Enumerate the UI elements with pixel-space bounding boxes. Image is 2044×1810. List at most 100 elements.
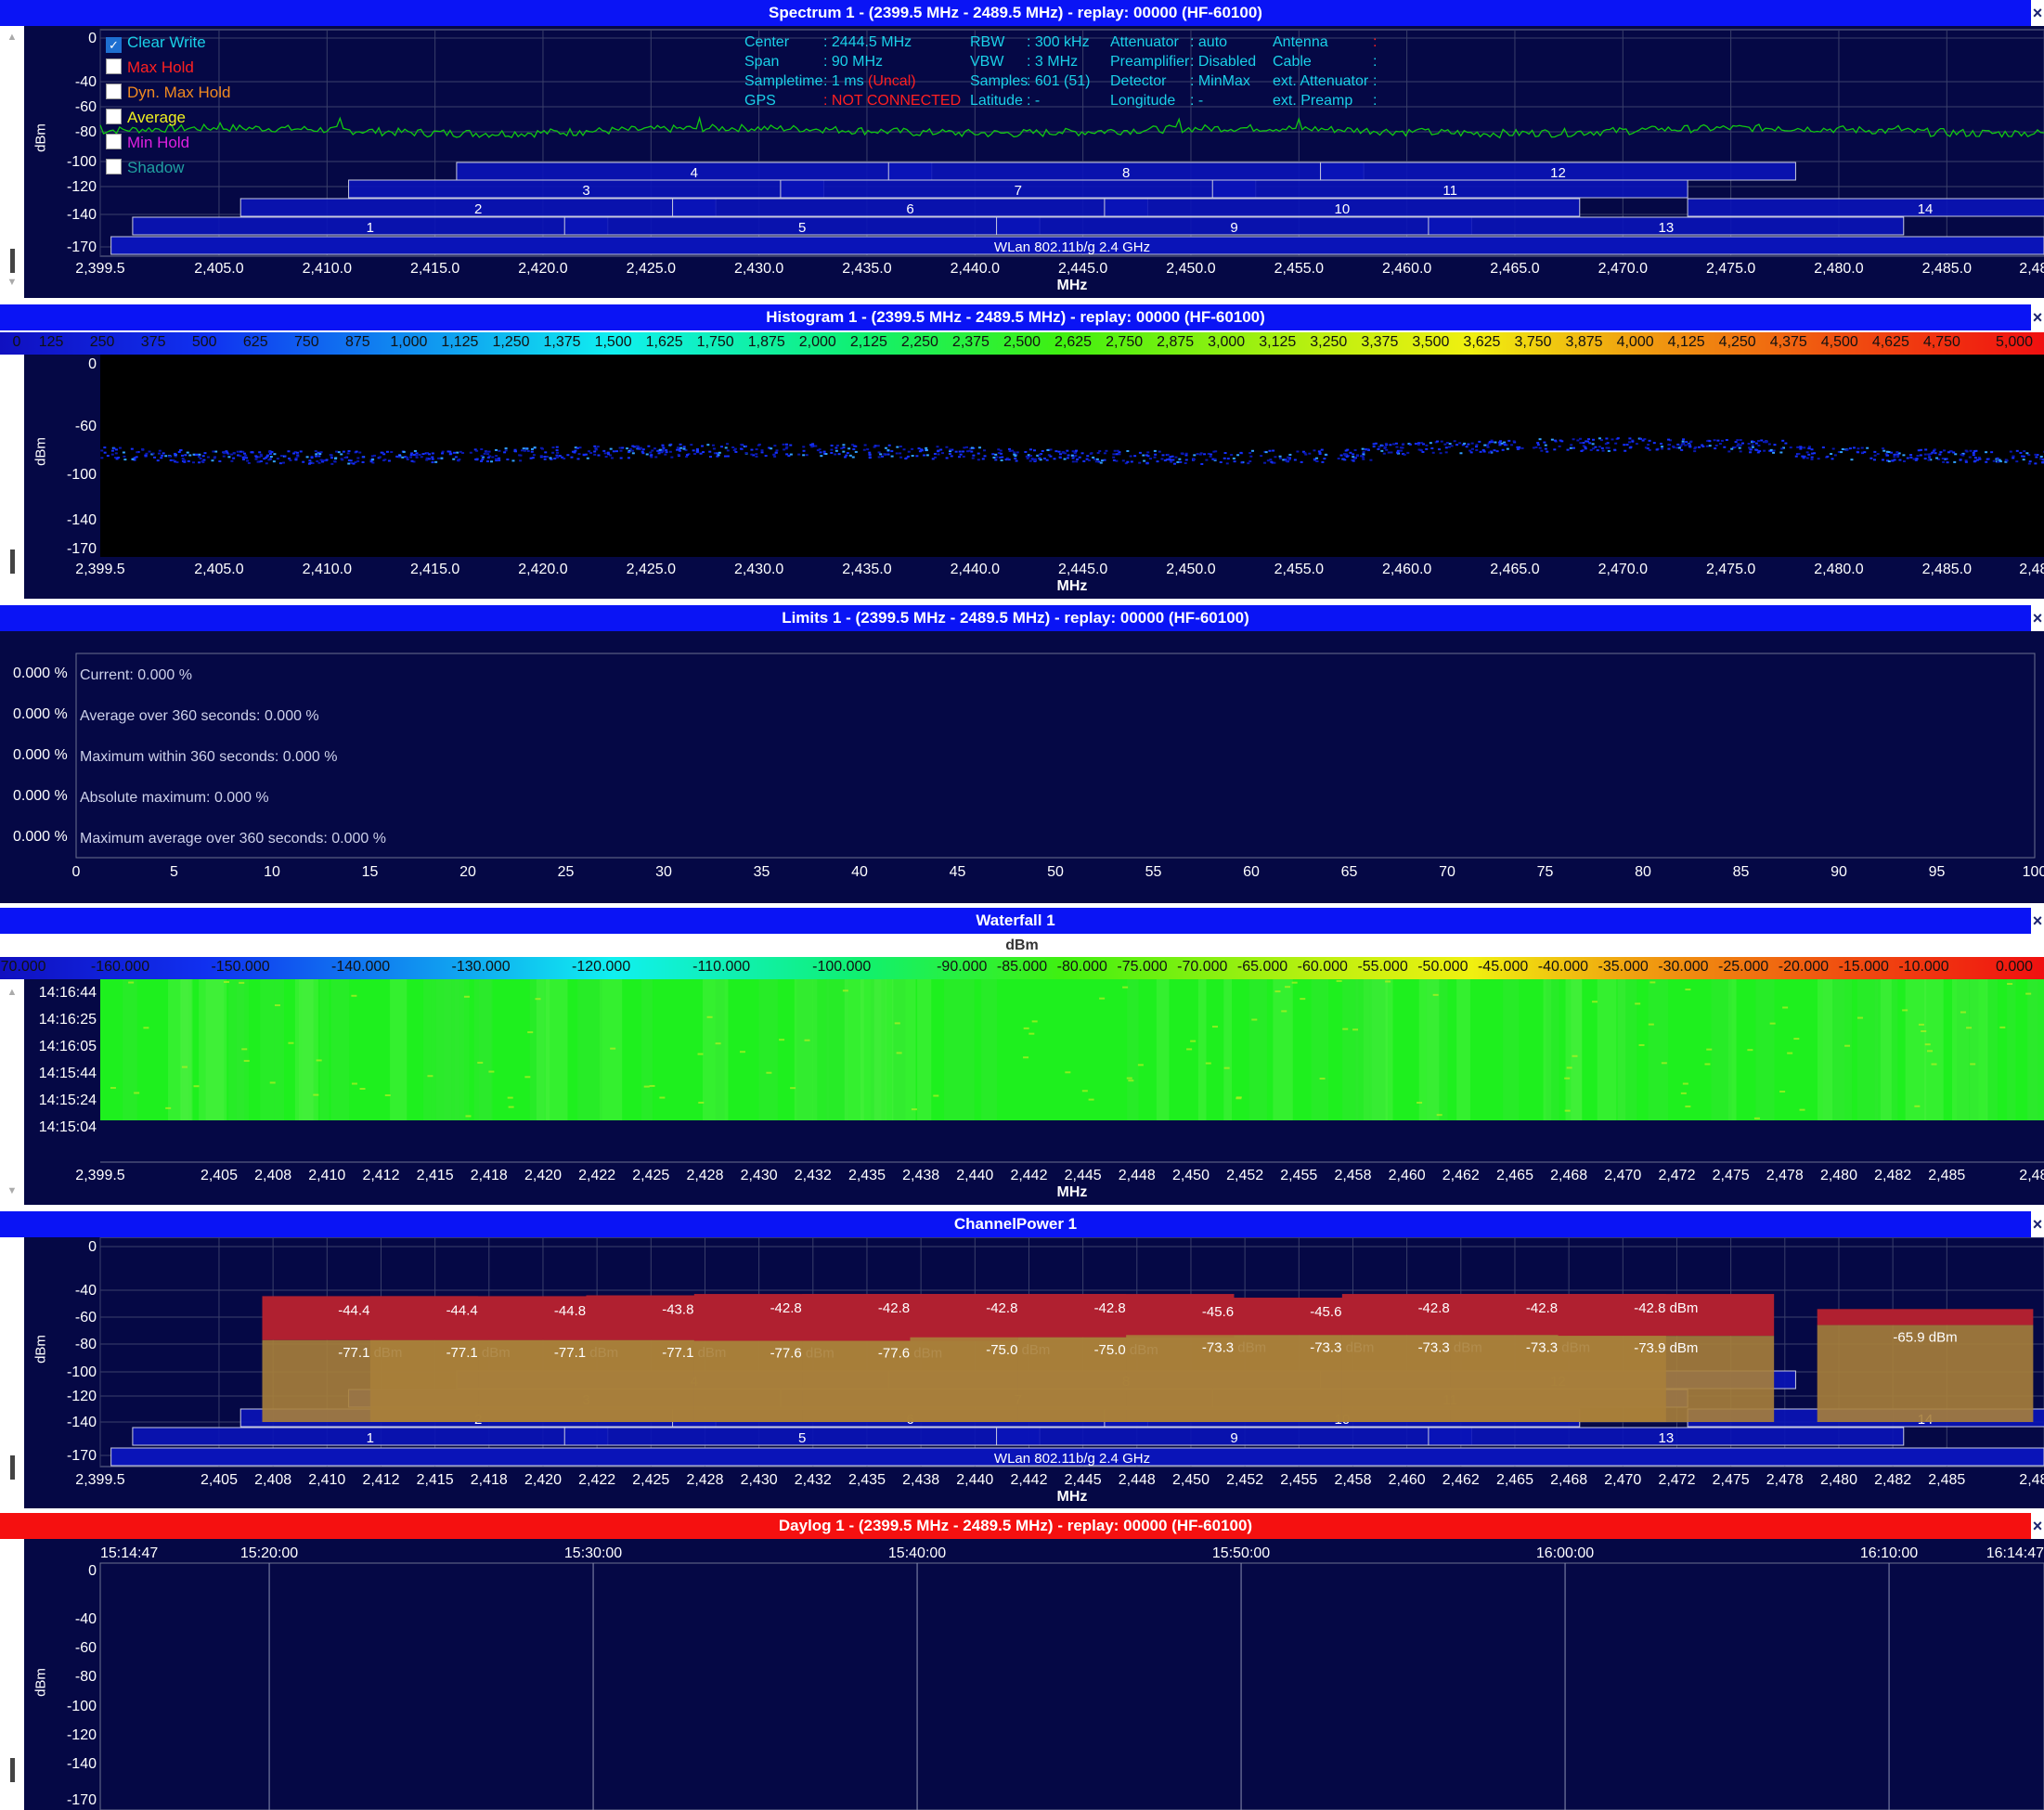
channelpower-close-icon[interactable]: × (2031, 1211, 2044, 1237)
daylog-plot[interactable]: 15:14:47 15:20:00 15:30:00 15:40:00 15:50:00… (24, 1539, 2044, 1810)
histogram-cell (716, 452, 719, 455)
limits-x-tick: 55 (1145, 864, 1162, 880)
scroll-thumb[interactable] (10, 249, 15, 273)
histogram-cell (278, 462, 282, 465)
waterfall-column (873, 979, 887, 1120)
histogram-cell (195, 453, 199, 456)
daylog-close-icon[interactable]: × (2031, 1513, 2044, 1539)
scroll-down-icon[interactable]: ▼ (6, 1185, 19, 1196)
plot-frame (99, 1562, 2044, 1810)
freq-tick-label: 2,489.5 (2019, 1472, 2044, 1488)
histogram-cell (877, 451, 881, 454)
scroll-thumb[interactable] (10, 549, 15, 574)
spectrum-scrollbar[interactable]: ▲ ▼ (0, 26, 24, 298)
limits-close-icon[interactable]: × (2031, 605, 2044, 631)
histogram-cell (1313, 449, 1316, 452)
histogram-cell (1964, 460, 1968, 463)
histogram-cell (218, 459, 222, 462)
histogram-cell (668, 450, 672, 453)
histogram-cell (606, 451, 610, 454)
freq-tick-label: 2,418 (471, 1168, 508, 1183)
histogram-cell (712, 447, 716, 450)
histogram-cell (1444, 451, 1448, 454)
freq-tick-label: 2,412 (362, 1168, 399, 1183)
histogram-cell (1495, 450, 1499, 453)
histogram-cell (1554, 439, 1558, 442)
histogram-cell (1647, 444, 1650, 446)
histogram-cell (1648, 439, 1651, 442)
histogram-plot[interactable]: 0-60-100-140-1702,399.5 2,405.0 2,410.0 2,4… (24, 355, 2044, 599)
scroll-thumb[interactable] (10, 1758, 15, 1782)
legend-item-dyn-max-hold[interactable]: Dyn. Max Hold (106, 84, 230, 102)
histogram-cell (1092, 456, 1095, 459)
histogram-scrollbar[interactable] (0, 355, 24, 599)
freq-tick-label: 2,440 (956, 1168, 993, 1183)
histogram-close-icon[interactable]: × (2031, 304, 2044, 330)
legend-checkbox[interactable]: ✓ (106, 37, 122, 53)
histogram-cell (1895, 451, 1899, 454)
scale-label: 1,500 (594, 334, 632, 350)
histogram-cell (1485, 444, 1489, 446)
channel-band-label: 14 (1918, 201, 1934, 217)
histogram-cell (148, 450, 151, 453)
legend-checkbox[interactable] (106, 84, 122, 99)
legend-checkbox[interactable] (106, 58, 122, 74)
legend-checkbox[interactable] (106, 134, 122, 149)
histogram-cell (1437, 448, 1441, 451)
legend-item-min-hold[interactable]: Min Hold (106, 134, 189, 152)
histogram-cell (1810, 458, 1814, 460)
histogram-cell (1964, 449, 1968, 452)
legend-checkbox[interactable] (106, 109, 122, 124)
histogram-cell (679, 446, 683, 449)
histogram-cell (504, 447, 508, 450)
histogram-cell (180, 454, 184, 457)
histogram-cell (1538, 446, 1542, 449)
limits-x-tick: 70 (1439, 864, 1455, 880)
waterfall-column (330, 979, 350, 1120)
histogram-cell (886, 449, 890, 452)
freq-tick-label: 2,420 (524, 1168, 562, 1183)
spectrum-close-icon[interactable]: × (2031, 0, 2044, 26)
daylog-scrollbar[interactable] (0, 1539, 24, 1810)
histogram-cell (1830, 453, 1833, 456)
legend-label: Max Hold (127, 58, 194, 76)
channel-band-label: 10 (1334, 201, 1350, 217)
scroll-up-icon[interactable]: ▲ (6, 32, 19, 43)
histogram-cell (295, 451, 299, 454)
waterfall-spot (1385, 980, 1391, 983)
waterfall-plot[interactable]: 14:16:4414:16:2514:16:0514:15:4414:15:24… (24, 979, 2044, 1205)
channelpower-plot[interactable]: 0-40-60-80-100-120-140-17012345678910111… (24, 1237, 2044, 1508)
channelpower-scrollbar[interactable] (0, 1237, 24, 1508)
channel-band-label: 9 (1230, 1430, 1237, 1446)
legend-item-clear-write[interactable]: ✓ Clear Write (106, 33, 206, 53)
histogram-cell (1748, 446, 1752, 449)
legend-item-average[interactable]: Average (106, 109, 186, 127)
legend-item-shadow[interactable]: Shadow (106, 159, 184, 177)
legend-item-max-hold[interactable]: Max Hold (106, 58, 194, 77)
scale-label: 4,125 (1667, 334, 1705, 350)
histogram-cell (679, 449, 682, 452)
freq-tick-label: 2,470.0 (1598, 261, 1648, 277)
scroll-up-icon[interactable]: ▲ (6, 987, 19, 998)
histogram-cell (1579, 437, 1583, 440)
scroll-down-icon[interactable]: ▼ (6, 277, 19, 288)
legend-checkbox[interactable] (106, 159, 122, 175)
histogram-cell (340, 453, 343, 456)
histogram-cell (1943, 449, 1947, 452)
waterfall-scrollbar[interactable]: ▲ ▼ (0, 979, 24, 1205)
histogram-cell (1174, 456, 1178, 459)
histogram-cell (1912, 458, 1916, 460)
histogram-cell (1382, 452, 1386, 455)
histogram-cell (574, 449, 577, 452)
histogram-cell (1236, 454, 1240, 457)
waterfall-spot (1960, 1011, 1966, 1014)
scale-label: 0.000 (1995, 959, 2034, 975)
waterfall-close-icon[interactable]: × (2031, 908, 2044, 934)
scroll-thumb[interactable] (10, 1455, 15, 1480)
histogram-cell (1733, 446, 1737, 448)
histogram-cell (1071, 457, 1075, 459)
waterfall-spot (1966, 1027, 1973, 1029)
histogram-cell (685, 456, 689, 459)
histogram-cell (276, 458, 279, 460)
info-key: VBW (970, 54, 1004, 70)
